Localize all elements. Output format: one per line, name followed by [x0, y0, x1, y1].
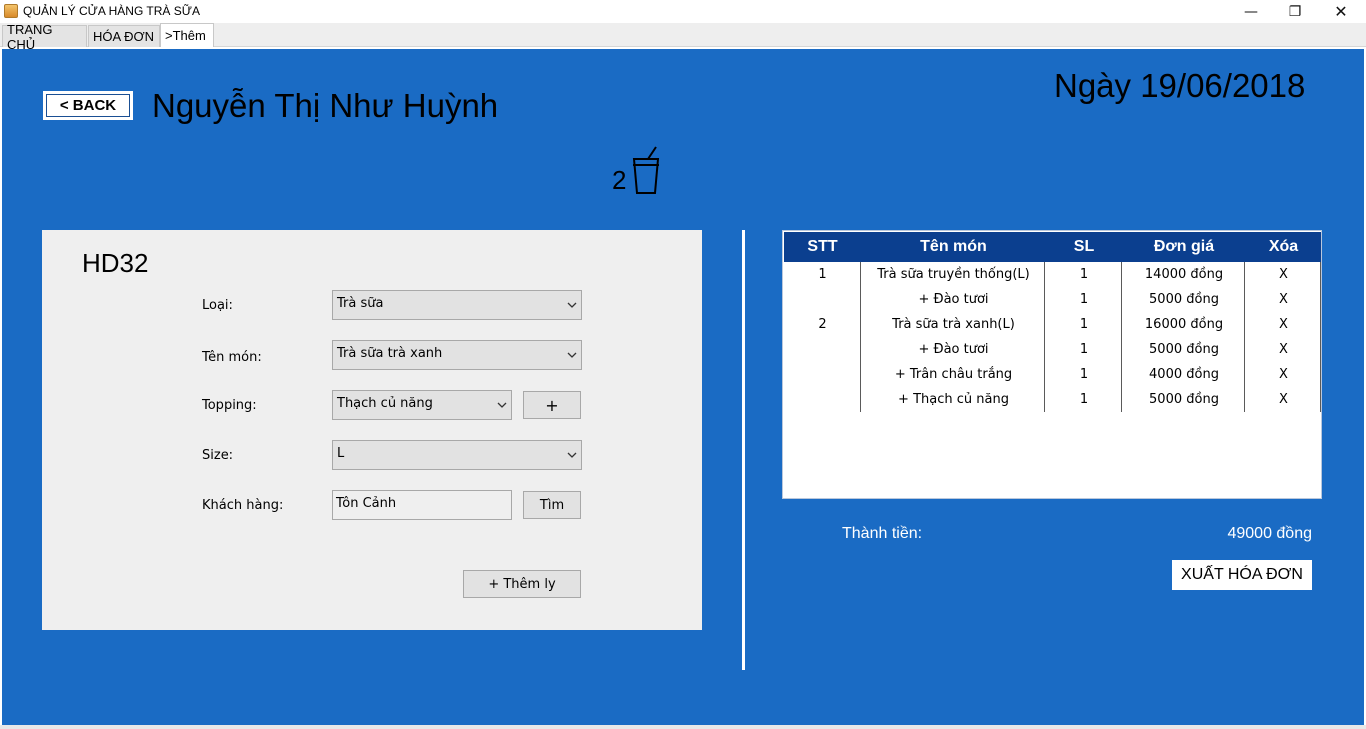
- tab-home[interactable]: TRANG CHỦ: [2, 22, 87, 52]
- item-select[interactable]: Trà sữa trà xanh: [332, 340, 582, 370]
- cell-name: + Đào tươi: [918, 342, 989, 357]
- table-row[interactable]: + Trân châu trắng 1 4000 đồng X: [784, 362, 1321, 387]
- type-select-value: Trà sữa: [337, 296, 384, 311]
- table-row[interactable]: + Đào tươi 1 5000 đồng X: [784, 287, 1321, 312]
- window-title-bar: QUẢN LÝ CỬA HÀNG TRÀ SỮA — ❐ ✕: [0, 0, 1366, 23]
- table-row[interactable]: 2 Trà sữa trà xanh(L) 1 16000 đồng X: [784, 312, 1321, 337]
- cell-stt: 1: [818, 267, 827, 282]
- header-stt[interactable]: STT: [784, 232, 861, 262]
- chevron-down-icon: [567, 452, 577, 458]
- header-delete[interactable]: Xóa: [1246, 232, 1321, 262]
- cup-count: 2: [612, 165, 627, 195]
- topping-label: Topping:: [202, 398, 257, 413]
- date-label: Ngày 19/06/2018: [1054, 67, 1306, 104]
- table-row[interactable]: 1 Trà sữa truyền thống(L) 1 14000 đồng X: [784, 262, 1321, 287]
- cell-price: 5000 đồng: [1149, 292, 1219, 307]
- size-select-value: L: [337, 446, 345, 461]
- window-title: QUẢN LÝ CỬA HÀNG TRÀ SỮA: [23, 4, 200, 18]
- cell-stt: [784, 337, 861, 362]
- delete-row-button[interactable]: X: [1246, 312, 1321, 337]
- header-price[interactable]: Đơn giá: [1123, 232, 1245, 262]
- table-row[interactable]: + Thạch củ năng 1 5000 đồng X: [784, 387, 1321, 412]
- java-app-icon: [4, 4, 18, 18]
- chevron-down-icon: [567, 352, 577, 358]
- delete-row-button[interactable]: X: [1246, 362, 1321, 387]
- close-button[interactable]: ✕: [1318, 0, 1364, 23]
- type-label: Loại:: [202, 298, 233, 313]
- customer-input[interactable]: Tôn Cảnh: [332, 490, 512, 520]
- header-qty[interactable]: SL: [1046, 232, 1122, 262]
- item-label: Tên món:: [202, 350, 262, 365]
- back-button[interactable]: < BACK: [43, 91, 133, 120]
- cell-name: + Trân châu trắng: [894, 367, 1013, 382]
- delete-row-button[interactable]: X: [1246, 287, 1321, 312]
- total-value: 49000 đồng: [1227, 525, 1312, 542]
- cell-stt: [784, 362, 861, 387]
- cell-price: 5000 đồng: [1149, 342, 1219, 357]
- cup-icon: [632, 146, 660, 194]
- tab-add[interactable]: >Thêm: [160, 23, 214, 47]
- order-table[interactable]: STT Tên món SL Đơn giá Xóa 1 Trà sữa tru…: [782, 230, 1322, 499]
- delete-row-button[interactable]: X: [1246, 387, 1321, 412]
- size-label: Size:: [202, 448, 234, 463]
- delete-row-button[interactable]: X: [1246, 262, 1321, 287]
- add-cup-button[interactable]: + Thêm ly: [463, 570, 581, 598]
- cell-stt: [784, 387, 861, 412]
- header-name[interactable]: Tên món: [862, 232, 1045, 262]
- cell-stt: [784, 287, 861, 312]
- cell-price: 16000 đồng: [1144, 317, 1224, 332]
- cell-name: Trà sữa truyền thống(L): [877, 267, 1030, 282]
- type-select[interactable]: Trà sữa: [332, 290, 582, 320]
- vertical-divider: [742, 230, 745, 670]
- minimize-button[interactable]: —: [1228, 0, 1274, 23]
- total-label: Thành tiền:: [842, 525, 923, 542]
- tab-bar: TRANG CHỦ HÓA ĐƠN >Thêm: [0, 22, 1366, 52]
- cell-qty: 1: [1079, 292, 1089, 307]
- tab-invoice[interactable]: HÓA ĐƠN: [88, 25, 160, 47]
- cell-qty: 1: [1079, 267, 1089, 282]
- delete-row-button[interactable]: X: [1246, 337, 1321, 362]
- chevron-down-icon: [497, 402, 507, 408]
- cell-stt: 2: [818, 317, 827, 332]
- invoice-code: HD32: [82, 248, 149, 278]
- window-bottom-edge: [0, 725, 1366, 729]
- add-topping-button[interactable]: +: [523, 391, 581, 419]
- cell-qty: 1: [1079, 392, 1089, 407]
- table-row[interactable]: + Đào tươi 1 5000 đồng X: [784, 337, 1321, 362]
- chevron-down-icon: [567, 302, 577, 308]
- order-form-panel: HD32 Loại: Trà sữa Tên món: Trà sữa trà …: [42, 230, 702, 630]
- staff-name: Nguyễn Thị Như Huỳnh: [152, 87, 499, 124]
- size-select[interactable]: L: [332, 440, 582, 470]
- cell-qty: 1: [1079, 317, 1089, 332]
- topping-select[interactable]: Thạch củ năng: [332, 390, 512, 420]
- search-customer-button[interactable]: Tìm: [523, 491, 581, 519]
- main-panel: < BACK Nguyễn Thị Như Huỳnh Ngày 19/06/2…: [2, 49, 1364, 725]
- item-select-value: Trà sữa trà xanh: [337, 346, 443, 361]
- cell-name: Trà sữa trà xanh(L): [892, 317, 1015, 332]
- topping-select-value: Thạch củ năng: [337, 396, 433, 411]
- cell-name: + Đào tươi: [918, 292, 989, 307]
- cell-name: + Thạch củ năng: [898, 392, 1009, 407]
- cell-price: 4000 đồng: [1149, 367, 1219, 382]
- maximize-button[interactable]: ❐: [1272, 0, 1318, 23]
- customer-label: Khách hàng:: [202, 498, 284, 513]
- cell-price: 5000 đồng: [1149, 392, 1219, 407]
- table-header: STT Tên món SL Đơn giá Xóa: [784, 232, 1321, 262]
- cell-qty: 1: [1079, 367, 1089, 382]
- cell-qty: 1: [1079, 342, 1089, 357]
- cell-price: 14000 đồng: [1144, 267, 1224, 282]
- export-invoice-button[interactable]: XUẤT HÓA ĐƠN: [1172, 560, 1312, 590]
